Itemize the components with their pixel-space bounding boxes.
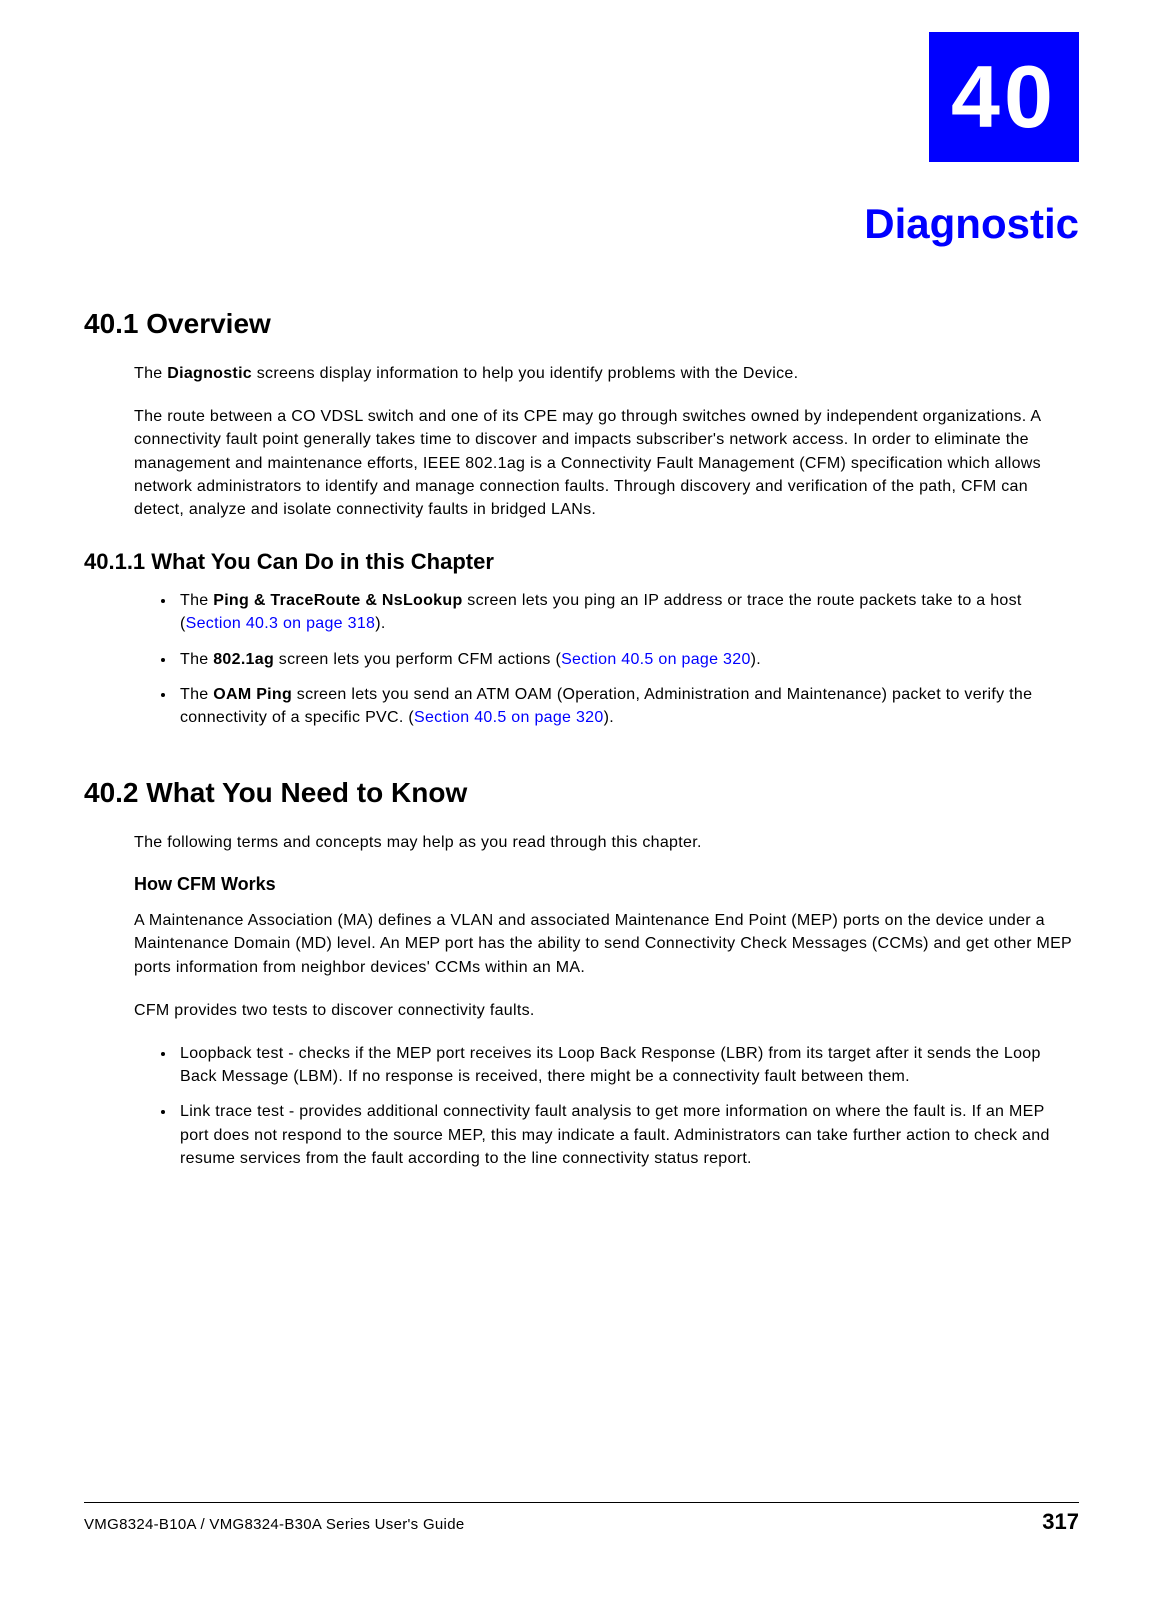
list-item: The 802.1ag screen lets you perform CFM …: [176, 648, 1079, 671]
oam-ping-bold: OAM Ping: [213, 686, 292, 703]
chapter-number: 40: [951, 46, 1057, 148]
cfm-p1: A Maintenance Association (MA) defines a…: [134, 909, 1079, 979]
section-40-5-link-2[interactable]: Section 40.5 on page 320: [414, 709, 604, 726]
list-item: Link trace test - provides additional co…: [176, 1100, 1079, 1170]
list-item: Loopback test - checks if the MEP port r…: [176, 1042, 1079, 1088]
text-run: ).: [604, 709, 614, 726]
overview-p1: The Diagnostic screens display informati…: [134, 362, 1079, 385]
text-run: The: [134, 365, 167, 382]
cfm-p2: CFM provides two tests to discover conne…: [134, 999, 1079, 1022]
section-40-3-link[interactable]: Section 40.3 on page 318: [186, 615, 376, 632]
page-footer: VMG8324-B10A / VMG8324-B30A Series User'…: [84, 1502, 1079, 1535]
page-content: 40.1 Overview The Diagnostic screens dis…: [84, 308, 1079, 1182]
text-run: The: [180, 592, 213, 609]
section-40-5-link-1[interactable]: Section 40.5 on page 320: [561, 651, 751, 668]
page-number: 317: [1042, 1509, 1079, 1535]
need-to-know-p1: The following terms and concepts may hel…: [134, 831, 1079, 854]
text-run: ).: [751, 651, 761, 668]
ping-traceroute-bold: Ping & TraceRoute & NsLookup: [213, 592, 462, 609]
overview-p2: The route between a CO VDSL switch and o…: [134, 405, 1079, 521]
cfm-test-list: Loopback test - checks if the MEP port r…: [176, 1042, 1079, 1170]
text-run: The: [180, 651, 213, 668]
section-40-2-heading: 40.2 What You Need to Know: [84, 777, 1079, 809]
text-run: screens display information to help you …: [252, 365, 798, 382]
text-run: screen lets you perform CFM actions (: [274, 651, 561, 668]
chapter-number-box: 40: [929, 32, 1079, 162]
list-item: The Ping & TraceRoute & NsLookup screen …: [176, 589, 1079, 635]
text-run: The: [180, 686, 213, 703]
list-item: The OAM Ping screen lets you send an ATM…: [176, 683, 1079, 729]
section-40-1-1-heading: 40.1.1 What You Can Do in this Chapter: [84, 549, 1079, 575]
8021ag-bold: 802.1ag: [213, 651, 274, 668]
section-40-1-heading: 40.1 Overview: [84, 308, 1079, 340]
diagnostic-bold: Diagnostic: [167, 365, 252, 382]
chapter-title: Diagnostic: [0, 200, 1079, 248]
guide-name: VMG8324-B10A / VMG8324-B30A Series User'…: [84, 1516, 464, 1533]
text-run: ).: [375, 615, 385, 632]
how-cfm-works-heading: How CFM Works: [134, 874, 1079, 895]
what-you-can-do-list: The Ping & TraceRoute & NsLookup screen …: [176, 589, 1079, 729]
